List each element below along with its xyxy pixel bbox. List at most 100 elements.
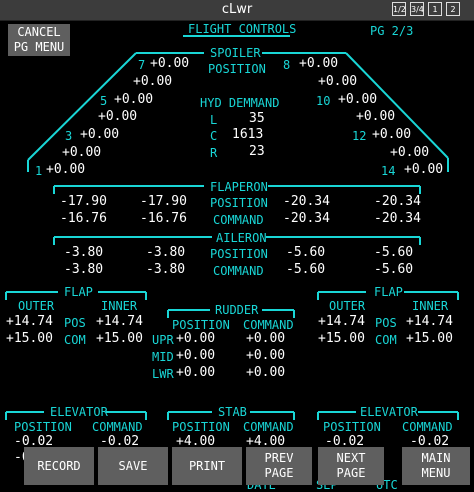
flap-right-outer-pos: +14.74 (318, 314, 365, 329)
flap-left-pos-label: POS (64, 316, 86, 330)
rudder-lwr-pos: +0.00 (176, 365, 216, 380)
save-button[interactable]: SAVE (98, 447, 168, 485)
hyd-value-r: 23 (249, 144, 265, 159)
spoiler-value-2: +0.00 (62, 145, 102, 160)
flaperon-pos-1: -17.90 (60, 194, 107, 209)
flap-right-pos-label: POS (375, 316, 397, 330)
aileron-cmd-3: -5.60 (286, 262, 326, 277)
hyd-label-r: R (210, 146, 218, 160)
spoiler-value-13: +0.00 (390, 145, 430, 160)
hyd-demand-title: HYD DEMMAND (200, 96, 280, 110)
rudder-command-label: COMMAND (243, 318, 294, 332)
spoiler-value-14: +0.00 (404, 162, 444, 177)
aileron-cmd-4: -5.60 (374, 262, 414, 277)
record-button[interactable]: RECORD (24, 447, 94, 485)
flap-left-outer-com: +15.00 (6, 331, 53, 346)
rudder-label-mid: MID (152, 350, 174, 364)
stab-command-label: COMMAND (243, 420, 294, 434)
flap-left-outer-label: OUTER (18, 299, 55, 313)
main-menu-button[interactable]: MAIN MENU (402, 447, 470, 485)
aileron-pos-2: -3.80 (146, 245, 186, 260)
rudder-label-upr: UPR (152, 333, 174, 347)
elevator-left-title: ELEVATOR (50, 405, 108, 419)
elevator-right-position-label: POSITION (323, 420, 381, 434)
spoiler-num-1: 1 (35, 164, 43, 178)
spoiler-value-11: +0.00 (356, 109, 396, 124)
flaperon-cmd-2: -16.76 (140, 211, 187, 226)
spoiler-value-6: +0.00 (133, 74, 173, 89)
spoiler-value-9: +0.00 (318, 74, 358, 89)
flap-right-title: FLAP (374, 285, 403, 299)
page-indicator: PG 2/3 (370, 24, 414, 38)
rudder-label-lwr: LWR (152, 367, 174, 381)
page-title: FLIGHT CONTROLS (188, 22, 297, 36)
aileron-position-label: POSITION (210, 247, 268, 261)
flap-left-outer-pos: +14.74 (6, 314, 53, 329)
flap-right-inner-com: +15.00 (406, 331, 453, 346)
spoiler-value-5: +0.00 (114, 92, 154, 107)
hyd-label-l: L (210, 113, 218, 127)
elevator-left-position-label: POSITION (14, 420, 72, 434)
spoiler-value-3: +0.00 (80, 127, 120, 142)
cancel-page-menu-button[interactable]: CANCEL PG MENU (8, 24, 70, 56)
prev-page-button[interactable]: PREV PAGE (246, 447, 312, 485)
spoiler-value-1: +0.00 (46, 162, 86, 177)
spoiler-title: SPOILER (210, 46, 261, 60)
hyd-value-l: 35 (249, 111, 265, 126)
elevator-left-command-label: COMMAND (92, 420, 143, 434)
flaperon-position-label: POSITION (210, 196, 268, 210)
hyd-label-c: C (210, 129, 218, 143)
rudder-mid-pos: +0.00 (176, 348, 216, 363)
flaperon-command-label: COMMAND (213, 213, 264, 227)
spoiler-num-8: 8 (283, 58, 291, 72)
flaperon-title: FLAPERON (210, 180, 268, 194)
spoiler-num-7: 7 (138, 58, 146, 72)
aileron-cmd-2: -3.80 (146, 262, 186, 277)
stab-title: STAB (218, 405, 247, 419)
elevator-right-title: ELEVATOR (360, 405, 418, 419)
spoiler-num-14: 14 (381, 164, 396, 178)
rudder-upr-pos: +0.00 (176, 331, 216, 346)
flaperon-pos-2: -17.90 (140, 194, 187, 209)
stab-position-label: POSITION (172, 420, 230, 434)
flap-right-inner-pos: +14.74 (406, 314, 453, 329)
rudder-lwr-cmd: +0.00 (246, 365, 286, 380)
aileron-pos-4: -5.60 (374, 245, 414, 260)
rudder-mid-cmd: +0.00 (246, 348, 286, 363)
hyd-value-c: 1613 (232, 127, 264, 142)
spoiler-num-3: 3 (65, 129, 73, 143)
spoiler-value-7: +0.00 (150, 56, 190, 71)
elevator-right-command-label: COMMAND (402, 420, 453, 434)
flaperon-cmd-4: -20.34 (374, 211, 421, 226)
flaperon-cmd-3: -20.34 (283, 211, 330, 226)
spoiler-value-8: +0.00 (299, 56, 339, 71)
flap-right-inner-label: INNER (412, 299, 449, 313)
flap-left-inner-com: +15.00 (96, 331, 143, 346)
flap-left-title: FLAP (64, 285, 93, 299)
flap-left-inner-label: INNER (101, 299, 138, 313)
spoiler-value-12: +0.00 (372, 127, 412, 142)
aileron-pos-1: -3.80 (64, 245, 104, 260)
spoiler-num-5: 5 (100, 94, 108, 108)
rudder-upr-cmd: +0.00 (246, 331, 286, 346)
spoiler-num-12: 12 (352, 129, 367, 143)
flaperon-cmd-1: -16.76 (60, 211, 107, 226)
flap-right-outer-label: OUTER (329, 299, 366, 313)
flaperon-pos-3: -20.34 (283, 194, 330, 209)
spoiler-num-10: 10 (316, 94, 331, 108)
flap-left-com-label: COM (64, 333, 86, 347)
rudder-title: RUDDER (215, 303, 259, 317)
flaperon-pos-4: -20.34 (374, 194, 421, 209)
print-button[interactable]: PRINT (172, 447, 242, 485)
aileron-command-label: COMMAND (213, 264, 264, 278)
spoiler-value-10: +0.00 (338, 92, 378, 107)
aileron-title: AILERON (216, 231, 267, 245)
aileron-cmd-1: -3.80 (64, 262, 104, 277)
spoiler-value-4: +0.00 (98, 109, 138, 124)
spoiler-position-label: POSITION (208, 62, 266, 76)
flap-right-com-label: COM (375, 333, 397, 347)
next-page-button[interactable]: NEXT PAGE (318, 447, 384, 485)
flap-left-inner-pos: +14.74 (96, 314, 143, 329)
rudder-position-label: POSITION (172, 318, 230, 332)
aileron-pos-3: -5.60 (286, 245, 326, 260)
